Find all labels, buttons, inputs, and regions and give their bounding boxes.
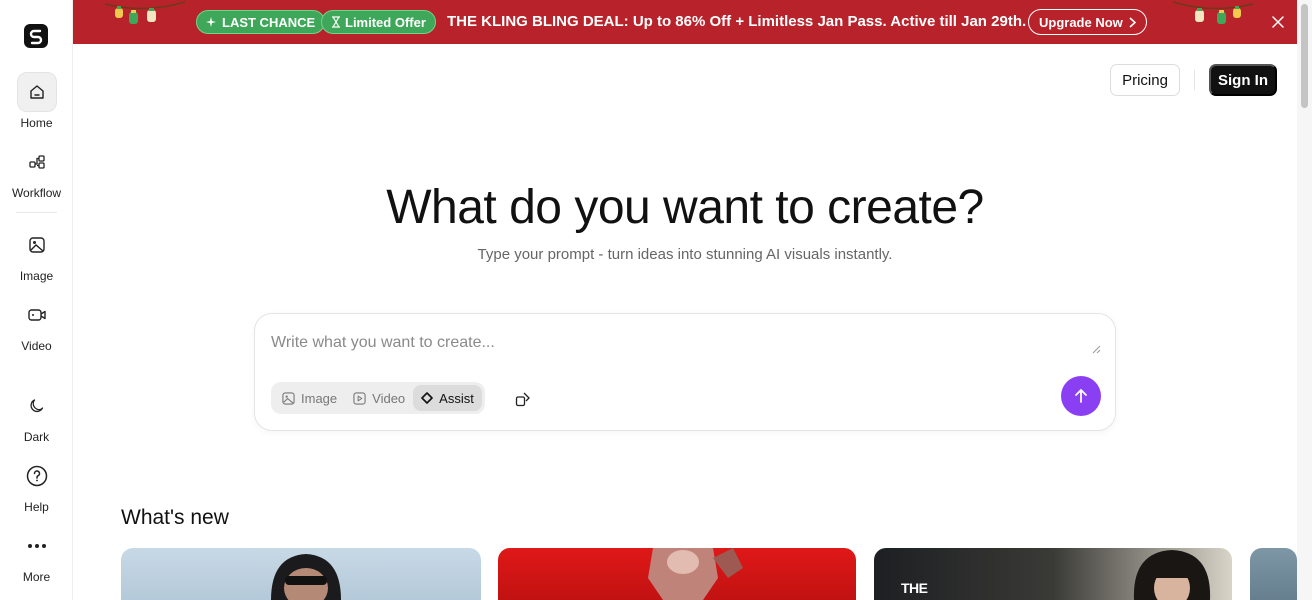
image-icon (282, 391, 295, 405)
chevron-right-icon (1129, 16, 1136, 28)
sidebar-item-help[interactable]: Help (0, 456, 73, 514)
arrow-up-icon (1075, 389, 1087, 403)
sign-in-button[interactable]: Sign In (1209, 64, 1277, 96)
sidebar-item-label: Dark (23, 430, 50, 444)
banner-headline: THE KLING BLING DEAL: Up to 86% Off + Li… (447, 13, 1027, 30)
mode-video-button[interactable]: Video (345, 385, 413, 411)
mode-image-button[interactable]: Image (274, 385, 345, 411)
upgrade-now-label: Upgrade Now (1039, 14, 1123, 30)
mode-assist-label: Assist (439, 390, 474, 406)
ornament-lights-icon (1173, 1, 1253, 24)
page-scrollbar[interactable] (1297, 0, 1312, 600)
mode-selector: Image Video Assist (271, 382, 485, 414)
workflow-icon (17, 142, 57, 182)
sidebar-item-label: Home (20, 116, 53, 130)
send-button[interactable] (1061, 376, 1101, 416)
sidebar-item-home[interactable]: Home (0, 72, 73, 130)
sparkle-icon (206, 17, 216, 27)
sidebar: Home Workflow Image Video Dark Help More (0, 0, 73, 600)
robot-figure-icon (648, 548, 743, 600)
ornament-lights-icon (105, 1, 185, 24)
sidebar-item-label: Image (19, 269, 54, 283)
banner-close-icon[interactable] (1268, 12, 1288, 32)
portrait-figure-icon (271, 554, 341, 600)
whats-new-card-4[interactable] (1250, 548, 1297, 600)
resize-handle-icon[interactable] (1089, 342, 1101, 354)
image-icon (17, 225, 57, 265)
more-icon (17, 526, 57, 566)
hourglass-icon (332, 16, 340, 28)
portrait-figure-icon (1133, 550, 1211, 600)
sidebar-item-label: Video (21, 339, 52, 353)
sidebar-item-workflow[interactable]: Workflow (0, 142, 73, 200)
video-icon (17, 295, 57, 335)
pricing-button[interactable]: Pricing (1110, 64, 1180, 96)
whats-new-title: What's new (121, 506, 229, 529)
sidebar-divider (16, 212, 57, 213)
home-icon (16, 72, 57, 112)
mode-assist-button[interactable]: Assist (413, 385, 482, 411)
shapes-tool-icon[interactable] (513, 389, 533, 409)
moon-icon (17, 386, 57, 426)
last-chance-text: LAST CHANCE (222, 14, 316, 30)
sidebar-item-label: Workflow (11, 186, 62, 200)
sidebar-item-more[interactable]: More (0, 526, 73, 584)
page-title: What do you want to create? (386, 181, 984, 234)
mode-image-label: Image (301, 390, 338, 406)
card-title-text: THE (901, 580, 928, 596)
sidebar-item-dark[interactable]: Dark (0, 386, 73, 444)
prompt-input[interactable] (271, 332, 1101, 354)
last-chance-badge: LAST CHANCE (196, 10, 326, 34)
sidebar-item-video[interactable]: Video (0, 295, 73, 353)
whats-new-card-3[interactable]: THE (874, 548, 1232, 600)
whats-new-card-1[interactable] (121, 548, 481, 600)
promo-banner: LAST CHANCE Limited Offer THE KLING BLIN… (73, 0, 1297, 44)
page-subtitle: Type your prompt - turn ideas into stunn… (477, 246, 893, 263)
sparkle-icon (421, 392, 433, 404)
upgrade-now-button[interactable]: Upgrade Now (1028, 9, 1147, 35)
header-divider (1194, 70, 1195, 90)
limited-offer-text: Limited Offer (345, 14, 426, 30)
scrollbar-thumb[interactable] (1301, 4, 1308, 108)
mode-video-label: Video (372, 390, 406, 406)
prompt-box: Image Video Assist (254, 313, 1116, 431)
sidebar-item-label: More (22, 570, 51, 584)
limited-offer-badge: Limited Offer (321, 10, 436, 34)
sidebar-item-image[interactable]: Image (0, 225, 73, 283)
sidebar-item-label: Help (24, 500, 49, 514)
video-icon (353, 391, 366, 405)
whats-new-card-2[interactable] (498, 548, 856, 600)
app-root: Home Workflow Image Video Dark Help More… (0, 0, 1312, 600)
logo-s-icon[interactable] (24, 24, 48, 48)
help-icon (17, 456, 57, 496)
